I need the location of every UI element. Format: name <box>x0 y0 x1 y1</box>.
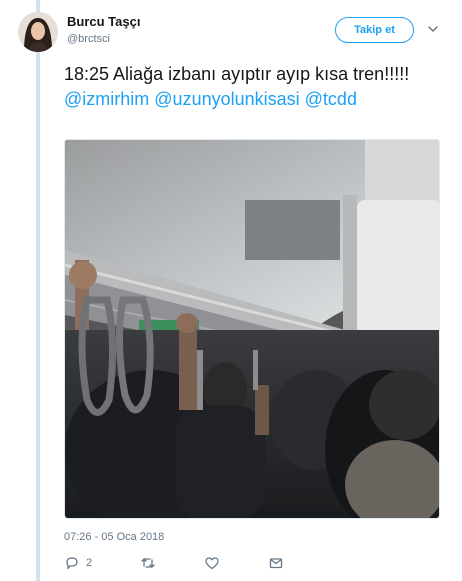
reply-button[interactable]: 2 <box>64 555 92 571</box>
chevron-down-icon[interactable] <box>426 22 440 36</box>
reply-icon <box>64 555 80 571</box>
tweet-body: 18:25 Aliağa izbanı ayıptır ayıp kısa tr… <box>64 64 410 84</box>
thread-line <box>36 0 40 581</box>
tweet-timestamp[interactable]: 07:26 - 05 Oca 2018 <box>64 531 164 543</box>
tweet-text: 18:25 Aliağa izbanı ayıptır ayıp kısa tr… <box>64 62 444 112</box>
retweet-button[interactable] <box>140 555 156 571</box>
retweet-icon <box>140 555 156 571</box>
train-interior-image <box>65 140 439 518</box>
mention-uzunyolunkisasi[interactable]: @uzunyolunkisasi <box>154 89 299 109</box>
heart-icon <box>204 555 220 571</box>
author-handle[interactable]: @brctsci <box>67 33 110 45</box>
like-button[interactable] <box>204 555 220 571</box>
mention-tcdd[interactable]: @tcdd <box>305 89 357 109</box>
direct-message-button[interactable] <box>268 555 284 571</box>
reply-count: 2 <box>86 557 93 569</box>
follow-button[interactable]: Takip et <box>335 17 414 43</box>
avatar-image <box>18 12 58 52</box>
mention-izmirhim[interactable]: @izmirhim <box>64 89 149 109</box>
tweet-photo[interactable] <box>64 139 440 519</box>
author-name[interactable]: Burcu Taşçı <box>67 14 140 29</box>
envelope-icon <box>268 555 284 571</box>
avatar[interactable] <box>18 12 58 52</box>
tweet-actions: 2 <box>64 555 284 571</box>
